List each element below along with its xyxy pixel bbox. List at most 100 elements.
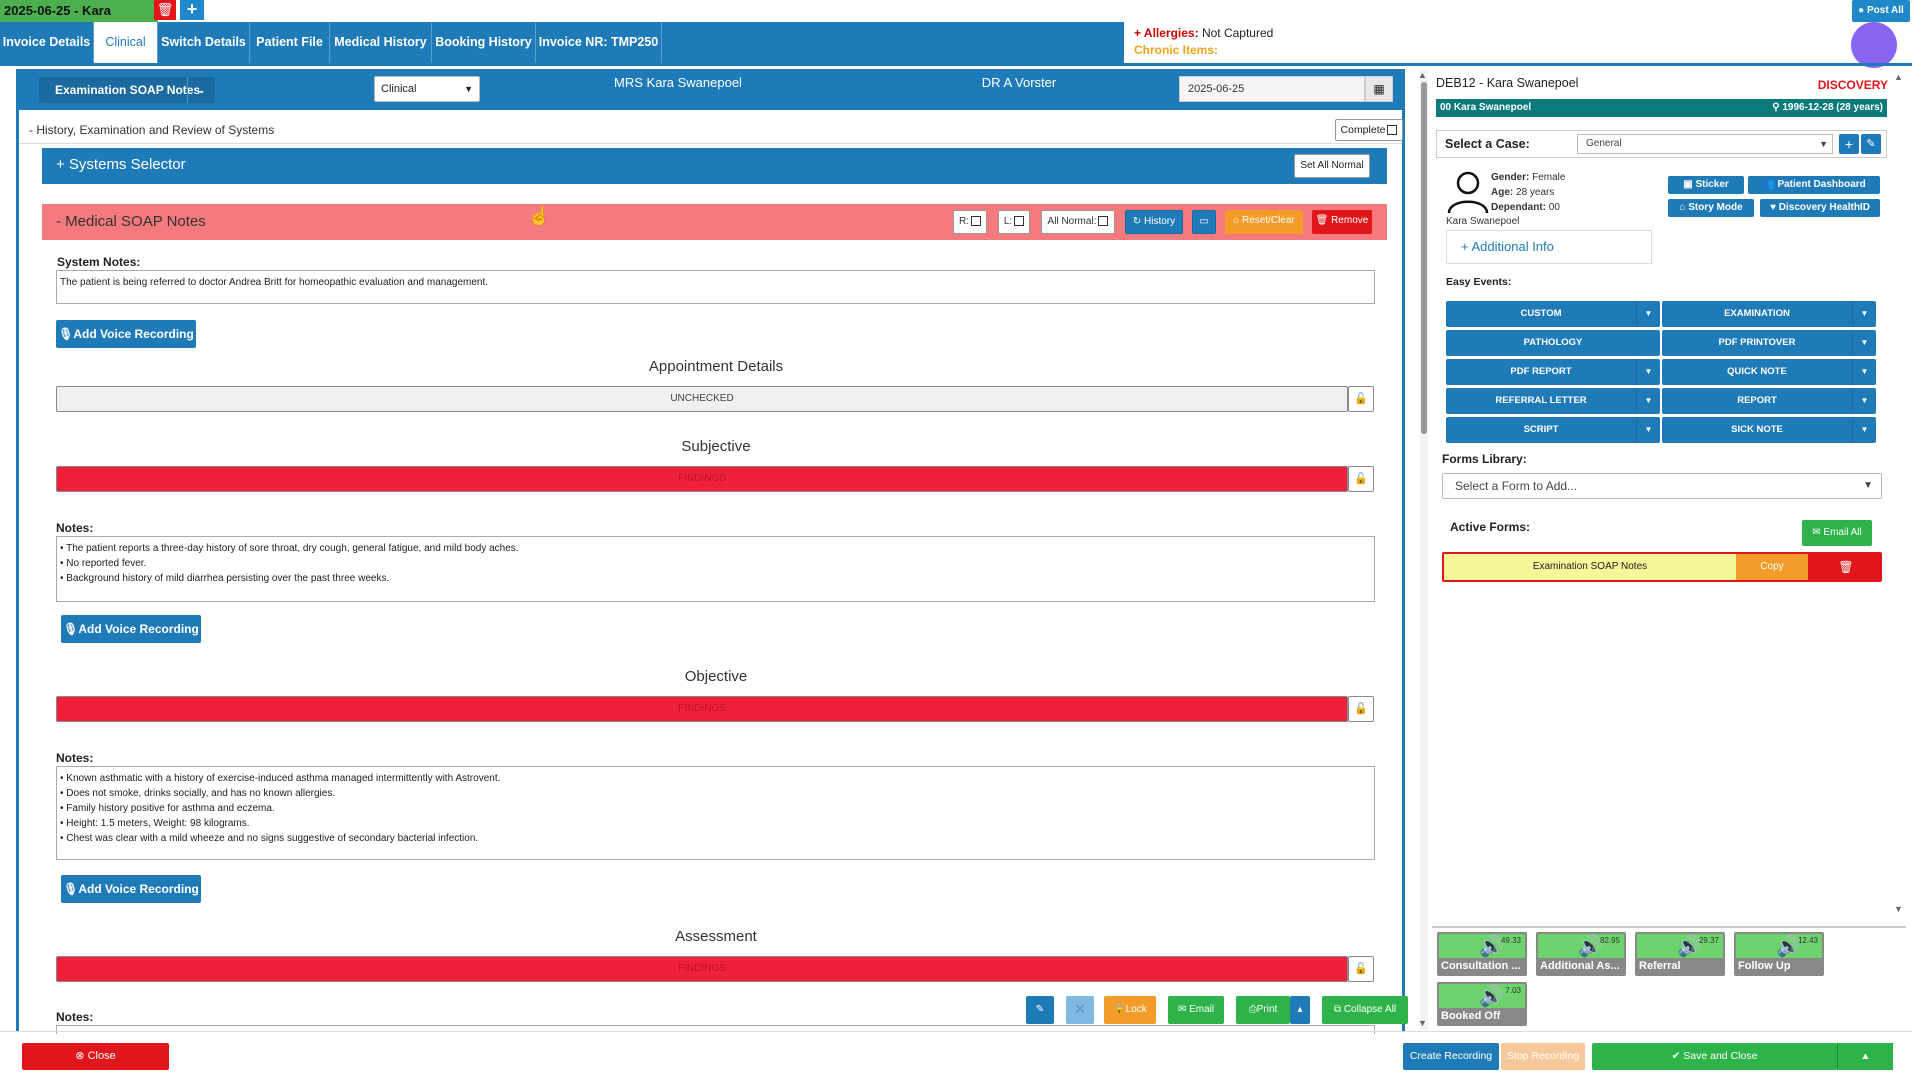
recording-tile[interactable]: 🔊 82.95 Additional As... [1536, 932, 1626, 976]
set-all-normal-button[interactable]: Set All Normal [1294, 154, 1370, 178]
chevron-down-icon[interactable]: ▼ [1852, 330, 1876, 356]
post-all-label: Post All [1866, 5, 1904, 16]
date-input[interactable]: 2025-06-25 [1179, 76, 1365, 102]
close-button[interactable]: ⊗ Close [22, 1043, 169, 1070]
document-tab[interactable]: 2025-06-25 - Kara [0, 0, 158, 22]
subjective-status-bar[interactable]: FINDINGS [56, 466, 1348, 492]
complete-checkbox[interactable]: Complete [1335, 119, 1403, 141]
lock-icon[interactable]: 🔓 [1348, 466, 1374, 492]
remove-button[interactable]: 🗑 Remove [1312, 210, 1372, 234]
add-voice-recording-button[interactable]: 🎙Add Voice Recording [61, 615, 201, 643]
email-button[interactable]: ✉ Email [1168, 996, 1224, 1024]
collapse-all-button[interactable]: ⧉ Collapse All [1322, 996, 1408, 1024]
chevron-down-icon[interactable]: ▼ [1636, 359, 1660, 385]
appointment-status-bar[interactable]: UNCHECKED [56, 386, 1348, 412]
stop-recording-button[interactable]: Stop Recording [1501, 1043, 1585, 1070]
sticker-button[interactable]: ▣ Sticker [1668, 176, 1744, 194]
trash-icon[interactable]: 🗑 [154, 0, 176, 20]
chevron-down-icon[interactable]: ▼ [1852, 388, 1876, 414]
all-normal-checkbox[interactable]: All Normal: [1041, 210, 1115, 234]
add-case-button[interactable]: + [1839, 134, 1859, 154]
patient-dashboard-button[interactable]: 👥 Patient Dashboard [1748, 176, 1880, 194]
chevron-down-icon[interactable]: ▼ [1852, 359, 1876, 385]
pencil-icon[interactable]: ✎ [1026, 996, 1054, 1024]
event-custom-button[interactable]: CUSTOM ▼ [1446, 301, 1660, 327]
chevron-down-icon[interactable]: ▼ [1852, 417, 1876, 443]
discovery-healthid-button[interactable]: ♥ Discovery HealthID [1760, 199, 1880, 217]
event-pdf-report-button[interactable]: PDF REPORT ▼ [1446, 359, 1660, 385]
add-voice-recording-button[interactable]: 🎙Add Voice Recording [56, 320, 196, 348]
recording-tile[interactable]: 🔊 12.43 Follow Up [1734, 932, 1824, 976]
recording-tile[interactable]: 🔊 49.33 Consultation ... [1437, 932, 1527, 976]
systems-selector-label[interactable]: + Systems Selector [56, 156, 186, 173]
assessment-status-bar[interactable]: FINDINGS [56, 956, 1348, 982]
event-pdf-printover-button[interactable]: PDF PRINTOVER ▼ [1662, 330, 1876, 356]
lock-button[interactable]: 🔒Lock [1104, 996, 1156, 1024]
left-checkbox[interactable]: L: [998, 210, 1030, 234]
right-checkbox[interactable]: R: [953, 210, 987, 234]
recording-tile[interactable]: 🔊 7.03 Booked Off [1437, 982, 1527, 1026]
forms-library-select[interactable]: Select a Form to Add... ▼ [1442, 473, 1882, 499]
history-section-label[interactable]: - History, Examination and Review of Sys… [29, 123, 274, 137]
tab-patient-file[interactable]: Patient File [250, 22, 330, 63]
systems-selector-bar[interactable]: + Systems Selector Set All Normal [42, 148, 1387, 184]
scroll-down-icon[interactable]: ▼ [1894, 904, 1903, 914]
center-scrollbar-thumb[interactable] [1421, 82, 1427, 434]
medical-soap-notes-bar[interactable]: - Medical SOAP Notes R: L: All Normal: ↻… [42, 204, 1387, 240]
save-dropdown-icon[interactable]: ▲ [1837, 1043, 1893, 1070]
history-button[interactable]: ↻ History [1125, 210, 1183, 234]
monitor-icon[interactable]: ▭ [1192, 210, 1216, 234]
system-notes-textarea[interactable]: The patient is being referred to doctor … [56, 270, 1375, 304]
print-button[interactable]: ⎙Print [1236, 996, 1290, 1024]
scroll-down-icon[interactable]: ▼ [1418, 1018, 1427, 1028]
lock-icon[interactable]: 🔓 [1348, 696, 1374, 722]
trash-icon[interactable]: 🗑 [1808, 554, 1880, 580]
tab-medical-history[interactable]: Medical History [330, 22, 432, 63]
medical-soap-notes-label[interactable]: - Medical SOAP Notes [56, 213, 206, 230]
story-mode-button[interactable]: ⌂ Story Mode [1668, 199, 1754, 217]
event-script-button[interactable]: SCRIPT ▼ [1446, 417, 1660, 443]
add-voice-recording-button[interactable]: 🎙Add Voice Recording [61, 875, 201, 903]
active-form-name[interactable]: Examination SOAP Notes [1444, 554, 1736, 580]
lock-icon[interactable]: 🔓 [1348, 386, 1374, 412]
post-all-button[interactable]: ● Post All [1852, 0, 1910, 22]
event-report-button[interactable]: REPORT ▼ [1662, 388, 1876, 414]
event-referral-letter-button[interactable]: REFERRAL LETTER ▼ [1446, 388, 1660, 414]
save-and-close-button[interactable]: ✔ Save and Close [1592, 1043, 1837, 1070]
lock-icon[interactable]: 🔓 [1348, 956, 1374, 982]
print-dropdown-icon[interactable]: ▴ [1290, 996, 1310, 1024]
tab-invoice-nr[interactable]: Invoice NR: TMP250 [536, 22, 662, 63]
add-tab-button[interactable]: + [180, 0, 204, 20]
reset-clear-button[interactable]: ⌂ Reset/Clear [1225, 210, 1303, 234]
tab-invoice-details[interactable]: Invoice Details [0, 22, 94, 63]
additional-info-button[interactable]: + Additional Info [1446, 230, 1652, 264]
case-select[interactable]: General ▼ [1577, 134, 1833, 154]
chevron-down-icon[interactable]: ⌄ [187, 77, 215, 103]
subjective-notes-textarea[interactable]: • The patient reports a three-day histor… [56, 536, 1375, 602]
calendar-icon[interactable]: ▦ [1365, 76, 1393, 102]
event-examination-button[interactable]: EXAMINATION ▼ [1662, 301, 1876, 327]
recording-tile[interactable]: 🔊 29.37 Referral [1635, 932, 1725, 976]
event-quick-note-button[interactable]: QUICK NOTE ▼ [1662, 359, 1876, 385]
chevron-down-icon[interactable]: ▼ [1852, 301, 1876, 327]
tab-booking-history[interactable]: Booking History [432, 22, 536, 63]
assessment-notes-textarea[interactable] [56, 1025, 1375, 1034]
type-select[interactable]: Clinical ▼ [374, 76, 480, 102]
form-select-button[interactable]: Examination SOAP Notes ⌄ [39, 77, 215, 103]
tab-switch-details[interactable]: Switch Details [158, 22, 250, 63]
objective-status-bar[interactable]: FINDINGS [56, 696, 1348, 722]
event-pathology-button[interactable]: PATHOLOGY [1446, 330, 1660, 356]
chevron-down-icon[interactable]: ▼ [1636, 301, 1660, 327]
objective-notes-textarea[interactable]: • Known asthmatic with a history of exer… [56, 766, 1375, 860]
scroll-up-icon[interactable]: ▲ [1894, 72, 1903, 82]
tab-clinical[interactable]: Clinical [94, 22, 158, 63]
copy-button[interactable]: Copy [1736, 554, 1808, 580]
event-sick-note-button[interactable]: SICK NOTE ▼ [1662, 417, 1876, 443]
chevron-down-icon[interactable]: ▼ [1636, 388, 1660, 414]
chevron-down-icon[interactable]: ▼ [1636, 417, 1660, 443]
clipboard-icon[interactable]: ⤫ [1066, 996, 1094, 1024]
edit-icon[interactable]: ✎ [1861, 134, 1881, 154]
email-all-button[interactable]: ✉ Email All [1802, 520, 1872, 546]
scroll-up-icon[interactable]: ▲ [1418, 70, 1427, 80]
create-recording-button[interactable]: Create Recording [1403, 1043, 1499, 1070]
